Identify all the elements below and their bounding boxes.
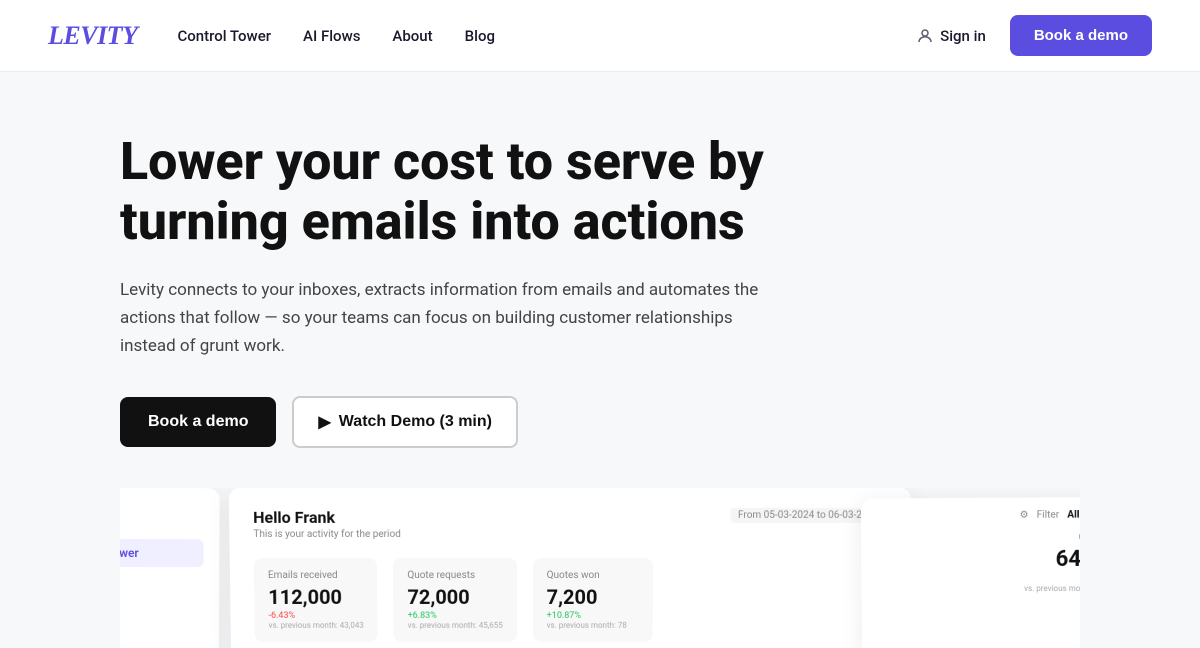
book-demo-hero-button[interactable]: Book a demo xyxy=(120,397,276,447)
sidebar-panel: LEVITY Control tower AI Flows xyxy=(120,488,220,648)
nav-blog[interactable]: Blog xyxy=(465,27,495,45)
hero-buttons: Book a demo ▶ Watch Demo (3 min) xyxy=(120,396,518,448)
hero-headline: Lower your cost to serve by turning emai… xyxy=(120,132,840,252)
sign-in-link[interactable]: Sign in xyxy=(916,27,986,45)
book-demo-nav-button[interactable]: Book a demo xyxy=(1010,15,1152,56)
dashboard-preview: LEVITY Control tower AI Flows xyxy=(120,488,1080,648)
panel-main-header: Hello Frank This is your activity for th… xyxy=(253,508,887,540)
stat-sub-won: vs. previous month: 78 xyxy=(547,621,639,630)
stat-change-lost: +12% xyxy=(1024,574,1080,584)
sidebar-item-ai-flows[interactable]: AI Flows xyxy=(120,571,203,599)
stat-value-won: 7,200 xyxy=(547,585,639,609)
stat-value-emails: 112,000 xyxy=(268,585,364,609)
watch-demo-button[interactable]: ▶ Watch Demo (3 min) xyxy=(292,396,518,448)
filter-icon: ⚙ xyxy=(1020,509,1029,520)
nav-right: Sign in Book a demo xyxy=(916,15,1152,56)
hero-section: Lower your cost to serve by turning emai… xyxy=(0,72,1200,648)
nav-left: LEVITY Control Tower AI Flows About Blog xyxy=(48,21,495,51)
period-text: This is your activity for the period xyxy=(253,529,401,540)
main-panel: Hello Frank This is your activity for th… xyxy=(229,488,912,648)
sidebar-label-control-tower: Control tower xyxy=(120,546,139,560)
hero-subtext: Levity connects to your inboxes, extract… xyxy=(120,276,780,360)
stat-value-quotes: 72,000 xyxy=(407,585,502,609)
nav-ai-flows[interactable]: AI Flows xyxy=(303,27,360,45)
greeting-text: Hello Frank xyxy=(253,508,401,527)
sidebar-logo: LEVITY xyxy=(120,503,204,521)
nav-about[interactable]: About xyxy=(392,27,432,45)
stat-emails-received: Emails received 112,000 -6.43% vs. previ… xyxy=(254,558,378,642)
sidebar-item-control-tower[interactable]: Control tower xyxy=(120,538,204,566)
stat-label-lost: Quotes lost xyxy=(1024,532,1080,542)
stat-quote-requests: Quote requests 72,000 +6.83% vs. previou… xyxy=(393,558,517,642)
right-stats: Quotes lost 64,800 +12% vs. previous mon… xyxy=(877,532,1080,593)
stat-quotes-lost: Quotes lost 64,800 +12% vs. previous mon… xyxy=(1024,532,1080,593)
stat-value-lost: 64,800 xyxy=(1024,546,1080,571)
play-icon: ▶ xyxy=(318,412,330,432)
navbar: LEVITY Control Tower AI Flows About Blog… xyxy=(0,0,1200,72)
logo: LEVITY xyxy=(48,21,137,51)
nav-control-tower[interactable]: Control Tower xyxy=(177,27,271,45)
stat-change-won: +10.87% xyxy=(547,611,639,621)
dashboard-container: LEVITY Control tower AI Flows xyxy=(120,488,1080,648)
stat-sub-emails: vs. previous month: 43,043 xyxy=(269,621,364,630)
stat-sub-quotes: vs. previous month: 45,655 xyxy=(408,621,503,630)
user-icon xyxy=(916,27,934,45)
filter-all[interactable]: All xyxy=(1067,509,1079,520)
stat-change-emails: -6.43% xyxy=(268,611,363,621)
greeting-block: Hello Frank This is your activity for th… xyxy=(253,508,401,540)
nav-links: Control Tower AI Flows About Blog xyxy=(177,26,495,45)
stat-quotes-won: Quotes won 7,200 +10.87% vs. previous mo… xyxy=(533,558,653,642)
stat-sub-lost: vs. previous month: 101,043 xyxy=(1024,584,1080,593)
stat-change-quotes: +6.83% xyxy=(408,611,503,621)
right-panel: ⚙ Filter All Account Quotes lost 64,800 … xyxy=(861,497,1080,648)
stats-row: Emails received 112,000 -6.43% vs. previ… xyxy=(254,558,887,642)
stat-label-won: Quotes won xyxy=(547,570,639,581)
filter-row: ⚙ Filter All Account xyxy=(877,509,1080,521)
filter-label: Filter xyxy=(1037,509,1060,520)
stat-label-quotes: Quote requests xyxy=(407,570,502,581)
stat-label-emails: Emails received xyxy=(268,570,363,581)
